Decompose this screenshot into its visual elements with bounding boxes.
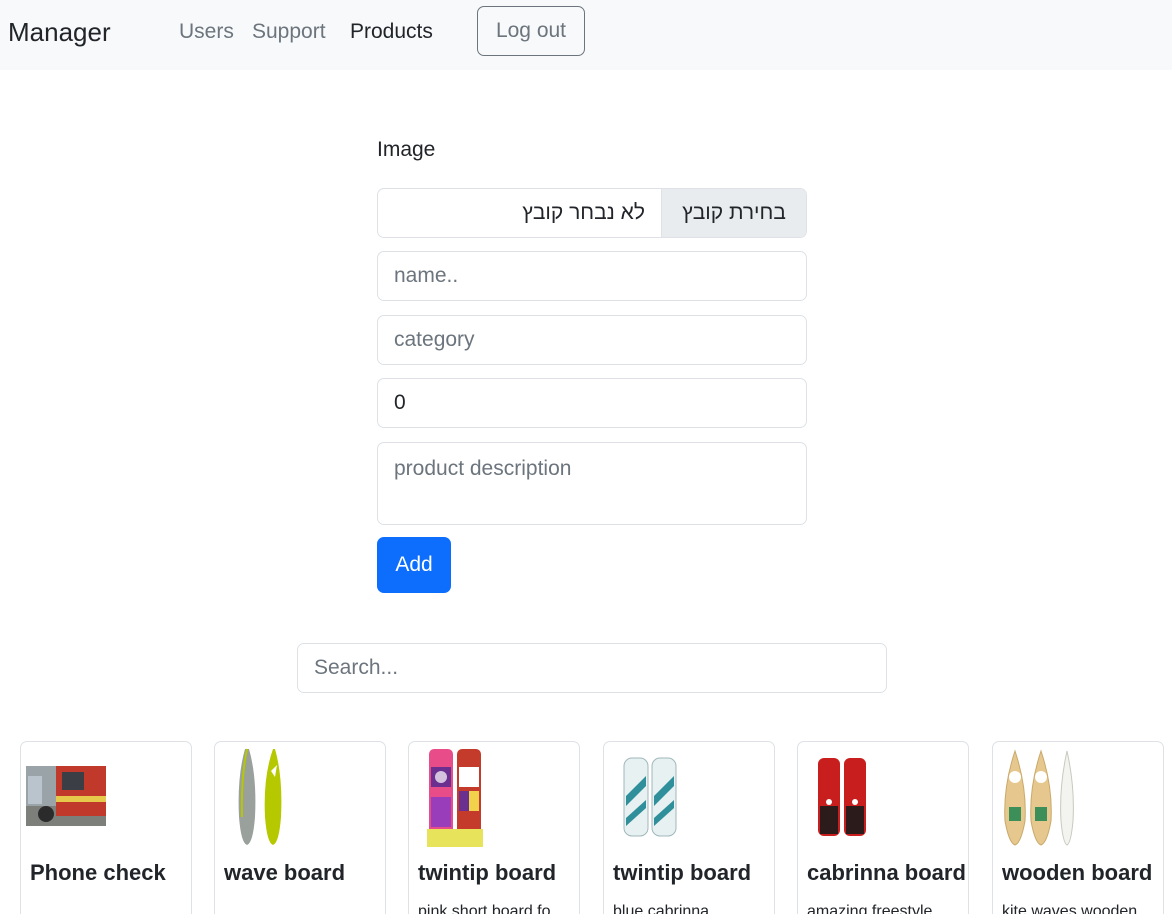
file-status-text: לא נבחר קובץ [522,201,645,224]
product-card[interactable]: wave board [214,741,386,914]
name-input[interactable] [377,251,807,301]
product-image [1001,747,1077,847]
product-description: blue cabrinna [613,903,710,914]
product-description: kite waves wooden [1002,903,1138,914]
image-file-input[interactable]: בחירת קובץ לא נבחר קובץ [377,188,807,238]
category-input[interactable] [377,315,807,365]
product-card[interactable]: wooden board kite waves wooden [992,741,1164,914]
logout-button[interactable]: Log out [477,6,585,56]
product-title: wave board [224,860,346,885]
product-description: amazing freestyle [807,903,933,914]
product-image [622,756,678,838]
nav-link-products[interactable]: Products [350,20,433,44]
product-image [427,747,483,847]
price-input[interactable] [377,378,807,428]
product-card[interactable]: twintip board pink short board fo [408,741,580,914]
product-title: twintip board [613,860,752,885]
add-product-button[interactable]: Add [377,537,451,593]
product-card[interactable]: twintip board blue cabrinna [603,741,775,914]
product-title: Phone check [30,860,166,885]
navbar: Manager Users Support Products Log out [0,0,1172,70]
product-description: pink short board fo [418,903,551,914]
product-image [816,756,868,838]
choose-file-button[interactable]: בחירת קובץ [661,189,806,237]
description-textarea[interactable] [377,442,807,525]
product-image [26,766,106,826]
brand-logo[interactable]: Manager [8,17,111,48]
product-title: cabrinna board [807,860,966,885]
nav-link-support[interactable]: Support [252,20,326,44]
nav-link-users[interactable]: Users [179,20,234,44]
product-image [235,747,287,847]
search-input[interactable] [297,643,887,693]
product-title: wooden board [1002,860,1153,885]
image-label: Image [377,138,436,161]
product-card[interactable]: cabrinna board amazing freestyle [797,741,969,914]
product-card[interactable]: Phone check [20,741,192,914]
product-title: twintip board [418,860,557,885]
